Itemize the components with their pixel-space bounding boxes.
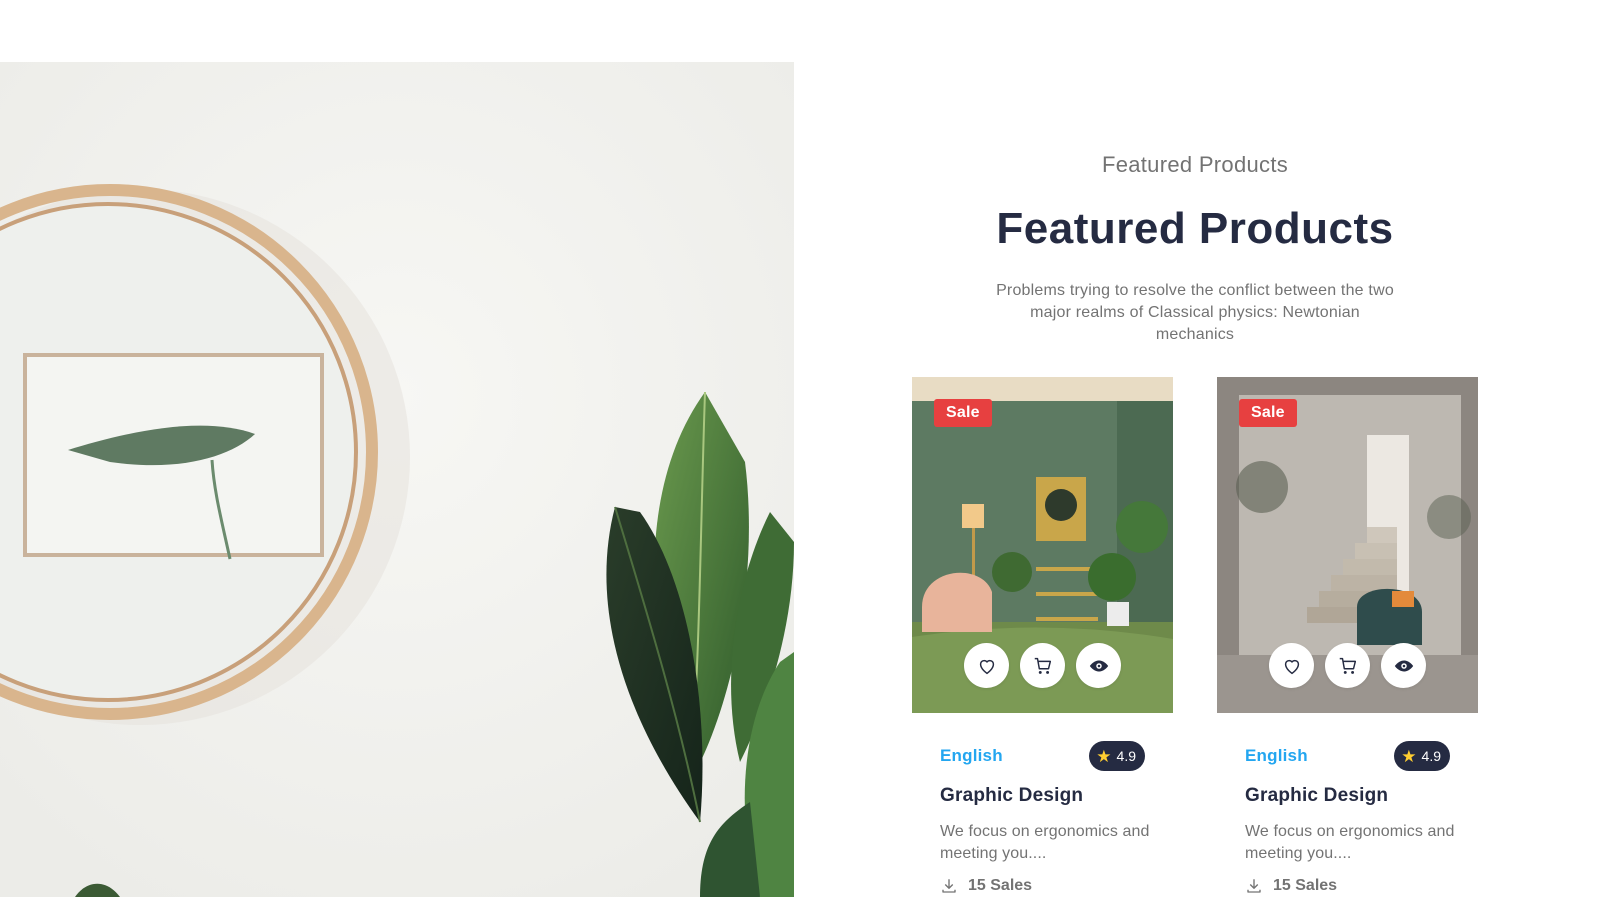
product-sales: 15 Sales <box>1245 877 1450 895</box>
cart-icon <box>1339 657 1356 674</box>
product-sales: 15 Sales <box>940 877 1145 895</box>
quick-view-button[interactable] <box>1076 643 1121 688</box>
section-description: Problems trying to resolve the conflict … <box>996 282 1394 343</box>
product-actions <box>1217 643 1478 688</box>
product-image[interactable]: Sale <box>1217 377 1478 713</box>
download-icon <box>1247 879 1261 893</box>
eye-icon <box>1089 660 1108 671</box>
product-body: English ★ 4.9 Graphic Design We focus on… <box>912 713 1173 895</box>
add-to-cart-button[interactable] <box>1325 643 1370 688</box>
rating-badge: ★ 4.9 <box>1089 741 1145 771</box>
product-card[interactable]: Sale English ★ 4.9 Graphic Design We foc… <box>912 377 1173 895</box>
sales-count: 15 Sales <box>968 877 1033 894</box>
hero-image <box>0 62 794 897</box>
product-actions <box>912 643 1173 688</box>
product-title[interactable]: Graphic Design <box>940 783 1145 809</box>
heart-icon <box>979 659 994 674</box>
eye-icon <box>1394 660 1413 671</box>
heart-icon <box>1284 659 1299 674</box>
product-image[interactable]: Sale <box>912 377 1173 713</box>
product-category[interactable]: English <box>1245 746 1308 766</box>
product-meta: English ★ 4.9 <box>1245 741 1450 771</box>
sale-badge: Sale <box>1239 399 1297 427</box>
product-description: We focus on ergonomics and meeting you..… <box>940 823 1150 862</box>
featured-products-header: Featured Products Featured Products Prob… <box>895 150 1495 346</box>
rating-badge: ★ 4.9 <box>1394 741 1450 771</box>
download-icon <box>942 879 956 893</box>
rating-value: 4.9 <box>1421 748 1441 764</box>
star-icon: ★ <box>1096 746 1112 766</box>
wishlist-button[interactable] <box>964 643 1009 688</box>
sales-count: 15 Sales <box>1273 877 1338 894</box>
section-title: Featured Products <box>996 204 1394 253</box>
quick-view-button[interactable] <box>1381 643 1426 688</box>
product-meta: English ★ 4.9 <box>940 741 1145 771</box>
cart-icon <box>1034 657 1051 674</box>
product-card[interactable]: Sale English ★ 4.9 Graphic Design We foc… <box>1217 377 1478 895</box>
product-grid: Sale English ★ 4.9 Graphic Design We foc… <box>912 377 1478 897</box>
add-to-cart-button[interactable] <box>1020 643 1065 688</box>
wishlist-button[interactable] <box>1269 643 1314 688</box>
rating-value: 4.9 <box>1116 748 1136 764</box>
product-title[interactable]: Graphic Design <box>1245 783 1450 809</box>
section-eyebrow: Featured Products <box>1101 152 1289 177</box>
product-description: We focus on ergonomics and meeting you..… <box>1245 823 1455 862</box>
star-icon: ★ <box>1401 746 1417 766</box>
product-category[interactable]: English <box>940 746 1003 766</box>
sale-badge: Sale <box>934 399 992 427</box>
hero-illustration <box>0 62 794 897</box>
product-body: English ★ 4.9 Graphic Design We focus on… <box>1217 713 1478 895</box>
